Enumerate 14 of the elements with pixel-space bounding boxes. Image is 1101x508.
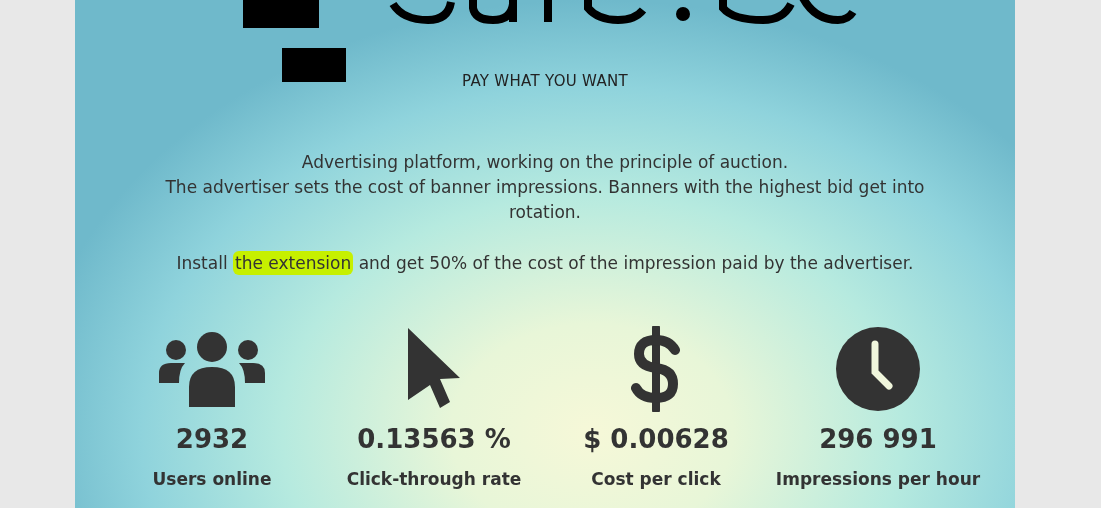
stat-value: 2932	[175, 424, 249, 454]
stat-label: Click-through rate	[345, 468, 523, 490]
tagline: PAY WHAT YOU WANT	[462, 72, 628, 90]
dollar-icon	[631, 326, 681, 412]
stat-label: Impressions per hour	[775, 468, 981, 490]
install-text: Install the extension and get 50% of the cost of the impression paid by the advertiser.	[176, 251, 914, 276]
extension-link[interactable]: the extension	[233, 251, 354, 275]
stat-value: $ 0.00628	[583, 424, 729, 454]
stat-value: 0.13563 %	[357, 424, 511, 454]
stat-label: Users online	[151, 468, 273, 490]
intro-text: Advertising platform, working on the principle of auction. The advertiser sets the cost of banner impressions. Banners with the highest bid get into rotation.	[164, 151, 926, 224]
stat-label: Cost per click	[590, 468, 722, 490]
stat-value: 296 991	[819, 424, 937, 454]
clock-icon	[835, 326, 921, 412]
